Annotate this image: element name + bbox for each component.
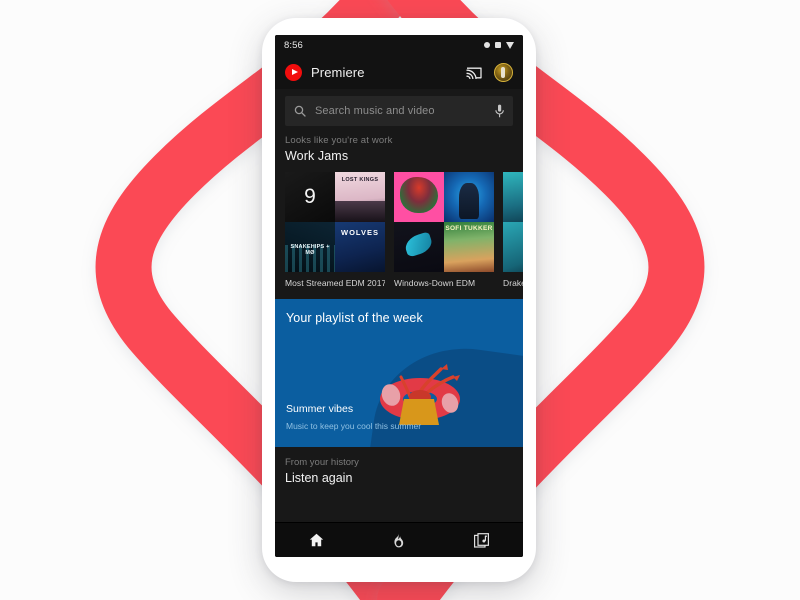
premiere-play-logo-icon [285,63,302,81]
album-art-tile [394,172,444,222]
album-art-text: LOST KINGS [341,177,379,183]
microphone-icon[interactable] [495,104,504,118]
home-icon [309,533,324,547]
album-art-shape [344,241,376,270]
library-music-icon [474,532,490,548]
history-section: From your history Listen again [275,447,523,485]
dot-icon [484,42,490,48]
album-art-shape [335,201,385,222]
section-title: Work Jams [285,149,349,163]
album-art-tile: SNAKEHIPS + MØ [285,222,335,272]
main-scroll-content[interactable]: Search music and video Looks like you're… [275,89,523,522]
nav-item-home[interactable] [296,533,336,547]
album-art-tile: 9 [285,172,335,222]
album-art-grid: 9 LOST KINGS SNAKEHIPS + MØ WOLVES [285,172,385,272]
app-title: Premiere [311,64,365,80]
album-art-shape [402,231,435,258]
scene: 8:56 Premiere Search music and video Loo… [0,0,800,600]
playlist-card-label: Windows-Down EDM [394,278,476,288]
account-avatar[interactable] [494,62,513,82]
promo-subtitle: Summer vibes [286,403,354,415]
playlist-of-the-week-promo[interactable]: Your playlist of the week Summer vibes M… [275,299,523,447]
playlist-card-label: Drake F [503,278,523,288]
phone-screen: 8:56 Premiere Search music and video Loo… [275,35,523,557]
square-icon [495,42,501,48]
album-art-tile [503,222,523,272]
album-art-text: SOFI TUKKER [445,225,493,232]
bottom-navigation-bar [275,522,523,557]
search-container: Search music and video [275,89,523,135]
app-bar: Premiere [275,55,523,89]
playlist-card[interactable]: SOFI TUKKER Windows-Down EDM [394,172,494,288]
status-bar: 8:56 [275,35,523,55]
section-eyebrow: Looks like you're at work [285,135,393,146]
promo-description: Music to keep you cool this summer [286,421,422,431]
playlist-card[interactable]: Drake F [503,172,523,288]
playlist-shelf[interactable]: 9 LOST KINGS SNAKEHIPS + MØ WOLVES Most … [285,172,523,288]
playlist-card[interactable]: 9 LOST KINGS SNAKEHIPS + MØ WOLVES Most … [285,172,385,288]
history-title: Listen again [285,471,353,485]
signal-triangle-icon [506,41,514,49]
album-art-grid [503,172,523,272]
status-bar-time: 8:56 [284,39,303,51]
album-art-tile [444,172,494,222]
search-placeholder: Search music and video [315,105,435,117]
album-art-shape [400,177,438,213]
nav-item-library[interactable] [462,532,502,548]
album-count-label: 9 [304,185,316,208]
flame-trending-icon [394,533,404,547]
album-art-tile: SOFI TUKKER [444,222,494,272]
status-bar-icons [484,41,514,49]
album-art-text: WOLVES [341,228,379,237]
history-eyebrow: From your history [285,457,359,468]
work-jams-section: Looks like you're at work Work Jams 9 LO… [275,135,523,288]
playlist-card-label: Most Streamed EDM 2017 [285,278,385,288]
album-art-shape [459,183,479,219]
lobster-float-ring-illustration [380,364,460,425]
album-art-grid: SOFI TUKKER [394,172,494,272]
search-icon [294,105,306,117]
album-art-text: SNAKEHIPS + MØ [290,244,330,256]
album-art-tile: LOST KINGS [335,172,385,222]
album-art-tile [394,222,444,272]
cast-icon[interactable] [466,65,482,80]
nav-item-trending[interactable] [379,533,419,548]
phone-device-frame: 8:56 Premiere Search music and video Loo… [262,18,536,582]
album-art-tile: WOLVES [335,222,385,272]
promo-title: Your playlist of the week [286,311,423,325]
search-input[interactable]: Search music and video [285,96,513,126]
album-art-tile [503,172,523,222]
